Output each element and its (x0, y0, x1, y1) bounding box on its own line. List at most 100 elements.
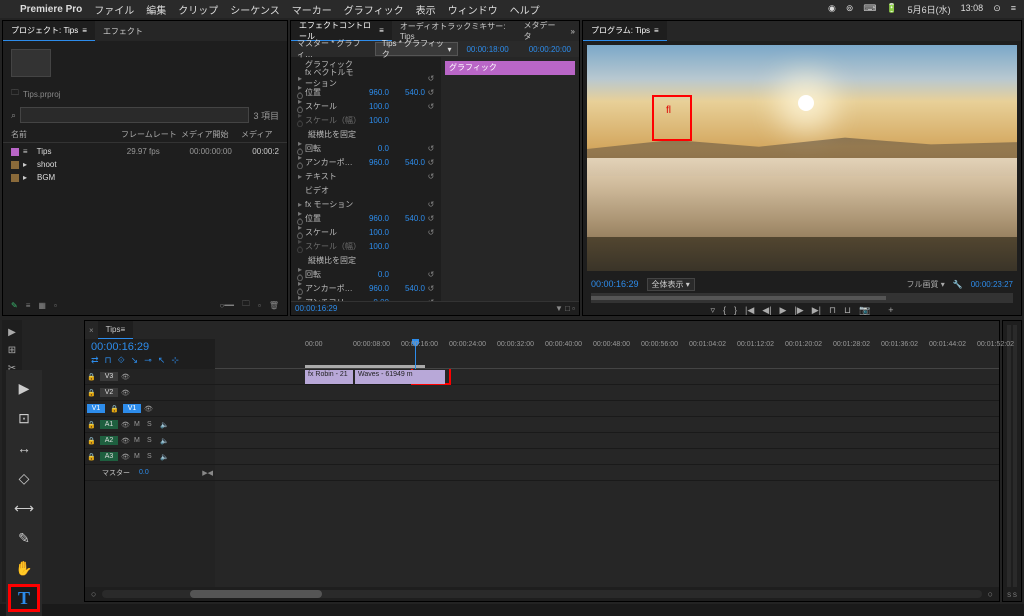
tab-project[interactable]: プロジェクト: Tips≡ (3, 21, 95, 41)
mark-out-icon[interactable]: } (734, 305, 737, 316)
sequence-clip-button[interactable]: Tips * グラフィック▾ (375, 42, 459, 56)
lock-icon[interactable]: 🔒 (87, 389, 97, 397)
menu-view[interactable]: 表示 (416, 2, 436, 17)
menu-sequence[interactable]: シーケンス (230, 2, 280, 17)
timeline-option-icon[interactable]: ⇄ (91, 355, 99, 366)
ext-hand-tool[interactable]: ✋ (8, 554, 40, 582)
effect-property-row[interactable]: ▸ Ö位置960.0540.0↺ (291, 85, 441, 99)
bin-item[interactable]: ▸BGM (3, 171, 287, 184)
effect-property-row[interactable]: ▸fx モーション↺ (291, 197, 441, 211)
step-fwd-icon[interactable]: |▶ (794, 305, 803, 316)
go-out-icon[interactable]: ▶| (812, 305, 821, 316)
icon-view-icon[interactable]: ▦ (38, 301, 46, 310)
timeline-option-icon[interactable]: ↖ (158, 355, 166, 366)
trash-icon[interactable]: 🗑 (269, 301, 279, 310)
effect-property-row[interactable]: ▸fx ベクトルモーション↺ (291, 71, 441, 85)
eye-icon[interactable]: 👁 (121, 373, 131, 381)
effect-mini-timeline[interactable]: グラフィック (441, 57, 579, 301)
lock-icon[interactable]: 🔒 (110, 405, 120, 413)
ext-ripple-tool[interactable]: ↔ (8, 434, 40, 462)
ext-pen-tool[interactable]: ✎ (8, 524, 40, 552)
add-marker-icon[interactable]: ▿ (710, 305, 715, 316)
ext-type-tool-highlighted[interactable]: T (8, 584, 40, 612)
extract-icon[interactable]: ⊔ (844, 305, 851, 316)
selection-tool[interactable]: ▶ (4, 324, 20, 340)
project-search[interactable] (20, 107, 249, 123)
play-icon[interactable]: ▶ (780, 305, 787, 316)
ext-track-tool[interactable]: ⊡ (8, 404, 40, 432)
step-back-icon[interactable]: ◀| (762, 305, 771, 316)
effect-property-row[interactable]: ▸ Öスケール100.0↺ (291, 99, 441, 113)
new-bin-icon[interactable]: 🗀 (242, 298, 250, 312)
program-scrubber[interactable] (591, 293, 1013, 303)
zoom-fit-dropdown[interactable]: 全体表示 ▾ (647, 278, 695, 291)
effect-property-row[interactable]: ビデオ (291, 183, 441, 197)
lock-icon[interactable]: 🔒 (87, 421, 97, 429)
panel-menu-icon[interactable]: » (567, 27, 579, 36)
bin-item[interactable]: ≡Tips29.97 fps00:00:00:0000:00:2 (3, 145, 287, 158)
program-viewport[interactable] (587, 45, 1017, 271)
lock-icon[interactable]: 🔒 (87, 453, 97, 461)
lock-icon[interactable]: 🔒 (87, 373, 97, 381)
col-mediadur[interactable]: メディア (241, 129, 272, 140)
track-a1[interactable]: A1 (100, 420, 118, 429)
bin-item[interactable]: ▸shoot (3, 158, 287, 171)
source-v1[interactable]: V1 (87, 404, 105, 413)
timeline-ruler[interactable]: 00:0000:00:08:0000:00:16:0000:00:24:0000… (215, 339, 999, 369)
track-v1[interactable]: V1 (123, 404, 141, 413)
timeline-option-icon[interactable]: ⟐ (118, 355, 125, 366)
effect-property-row[interactable]: ▸ Öスケール100.0↺ (291, 225, 441, 239)
effect-tools[interactable]: ▼ □ ▫ (555, 304, 575, 313)
menu-clip[interactable]: クリップ (178, 2, 218, 17)
col-name[interactable]: 名前 (11, 129, 121, 140)
timeline-option-icon[interactable]: ⊓ (105, 355, 112, 366)
spotlight-icon[interactable]: ⊙ (993, 3, 1001, 16)
effect-property-row[interactable]: ▸ Ö回転0.0↺ (291, 267, 441, 281)
freeform-view-icon[interactable]: ▫ (54, 301, 57, 310)
notif-icon[interactable]: ≡ (1011, 3, 1016, 16)
track-a2[interactable]: A2 (100, 436, 118, 445)
effect-property-row[interactable]: ▸ Öアンカーポ…960.0540.0↺ (291, 155, 441, 169)
timeline-option-icon[interactable]: ⊹ (171, 355, 179, 366)
menu-edit[interactable]: 編集 (146, 2, 166, 17)
menu-file[interactable]: ファイル (94, 2, 134, 17)
export-frame-icon[interactable]: 📷 (859, 305, 870, 316)
freeform-icon[interactable]: ✎ (11, 301, 18, 310)
effect-property-row[interactable]: ▸ Öアンカーポ…960.0540.0↺ (291, 281, 441, 295)
tab-program[interactable]: プログラム: Tips≡ (583, 21, 667, 41)
sequence-tab[interactable]: Tips ≡ (98, 321, 134, 339)
col-framerate[interactable]: フレームレート (121, 129, 181, 140)
mark-in-icon[interactable]: { (723, 305, 726, 316)
menu-window[interactable]: ウィンドウ (448, 2, 498, 17)
eye-icon[interactable]: 👁 (121, 389, 131, 397)
effect-property-row[interactable]: 縦横比を固定 (291, 253, 441, 267)
effect-property-row[interactable]: ▸ Ö位置960.0540.0↺ (291, 211, 441, 225)
timeline-timecode[interactable]: 00:00:16:29 (91, 341, 209, 353)
list-view-icon[interactable]: ≡ (26, 301, 31, 310)
track-a3[interactable]: A3 (100, 452, 118, 461)
effect-property-row[interactable]: ▸ Ö回転0.0↺ (291, 141, 441, 155)
effect-property-row[interactable]: ▸テキスト↺ (291, 169, 441, 183)
timeline-option-icon[interactable]: ⊸ (144, 355, 152, 366)
track-v2[interactable]: V2 (100, 388, 118, 397)
effect-clip-bar[interactable]: グラフィック (445, 61, 575, 75)
lift-icon[interactable]: ⊓ (829, 305, 836, 316)
menu-marker[interactable]: マーカー (292, 2, 332, 17)
settings-icon[interactable]: 🔧 (953, 280, 963, 289)
menu-help[interactable]: ヘルプ (510, 2, 540, 17)
zoom-slider[interactable]: ○━━ (220, 301, 234, 310)
button-editor-icon[interactable]: + (888, 305, 893, 316)
ext-razor-tool[interactable]: ◇ (8, 464, 40, 492)
ext-slip-tool[interactable]: ⟷ (8, 494, 40, 522)
track-v3[interactable]: V3 (100, 372, 118, 381)
program-timecode[interactable]: 00:00:16:29 (591, 279, 639, 289)
menu-graphics[interactable]: グラフィック (344, 2, 404, 17)
effect-property-row[interactable]: ▸ Öスケール（幅）100.0 (291, 239, 441, 253)
lock-icon[interactable]: 🔒 (87, 437, 97, 445)
effect-property-row[interactable]: 縦横比を固定 (291, 127, 441, 141)
go-in-icon[interactable]: |◀ (745, 305, 754, 316)
ext-selection-tool[interactable]: ▶ (8, 374, 40, 402)
work-area-bar[interactable] (305, 365, 425, 368)
new-item-icon[interactable]: ▫ (258, 301, 261, 310)
quality-dropdown[interactable]: フル画質 ▾ (907, 279, 945, 290)
